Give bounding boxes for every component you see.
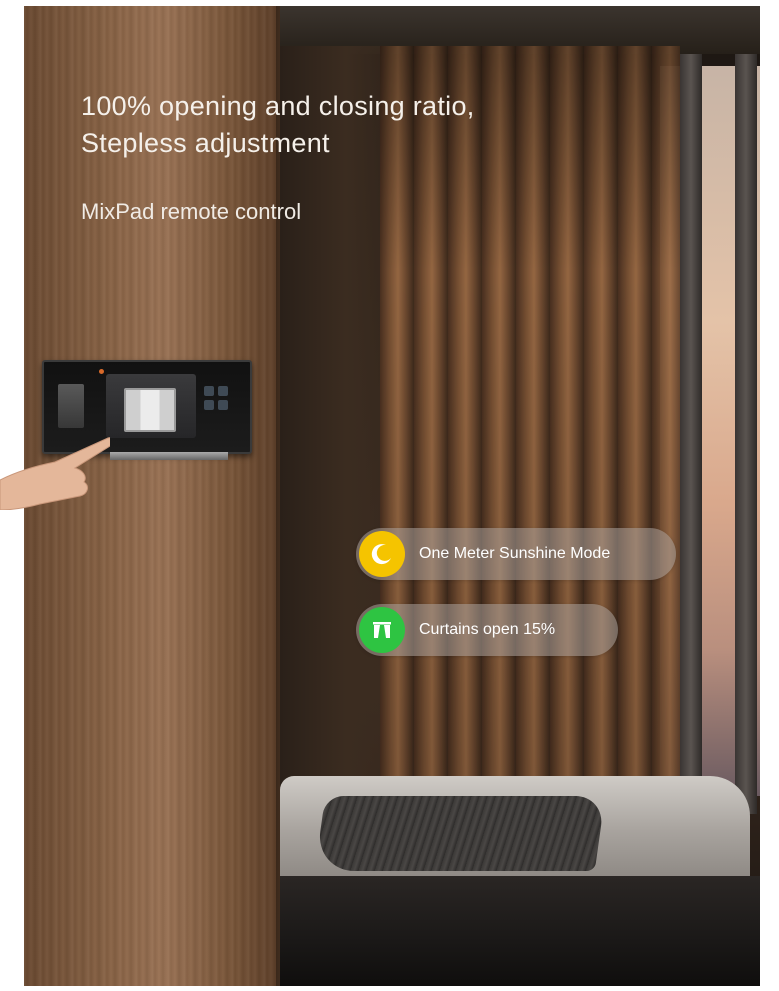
mixpad-button[interactable] xyxy=(204,400,214,410)
mixpad-base xyxy=(110,452,228,460)
indicator-light xyxy=(99,369,104,374)
curtain-icon xyxy=(359,607,405,653)
pointing-hand xyxy=(0,437,110,510)
headline-line-1: 100% opening and closing ratio, xyxy=(81,91,475,121)
mixpad-button[interactable] xyxy=(218,400,228,410)
moon-icon xyxy=(359,531,405,577)
status-label: Curtains open 15% xyxy=(419,621,556,638)
status-pill-sunshine-mode: One Meter Sunshine Mode xyxy=(356,528,676,580)
status-pill-curtains: Curtains open 15% xyxy=(356,604,618,656)
mixpad-button[interactable] xyxy=(218,386,228,396)
mixpad-buttons xyxy=(204,386,240,426)
window-frame xyxy=(680,54,702,814)
window-frame xyxy=(735,54,757,814)
status-label: One Meter Sunshine Mode xyxy=(419,545,611,562)
mixpad-screen[interactable] xyxy=(106,374,196,438)
subheadline: MixPad remote control xyxy=(81,199,302,224)
bed-throw-blanket xyxy=(314,796,606,871)
curtain-icon xyxy=(124,388,176,432)
bed-frame xyxy=(280,876,760,986)
mixpad-button[interactable] xyxy=(204,386,214,396)
headline-line-2: Stepless adjustment xyxy=(81,128,330,158)
headline: 100% opening and closing ratio, Stepless… xyxy=(81,88,475,162)
